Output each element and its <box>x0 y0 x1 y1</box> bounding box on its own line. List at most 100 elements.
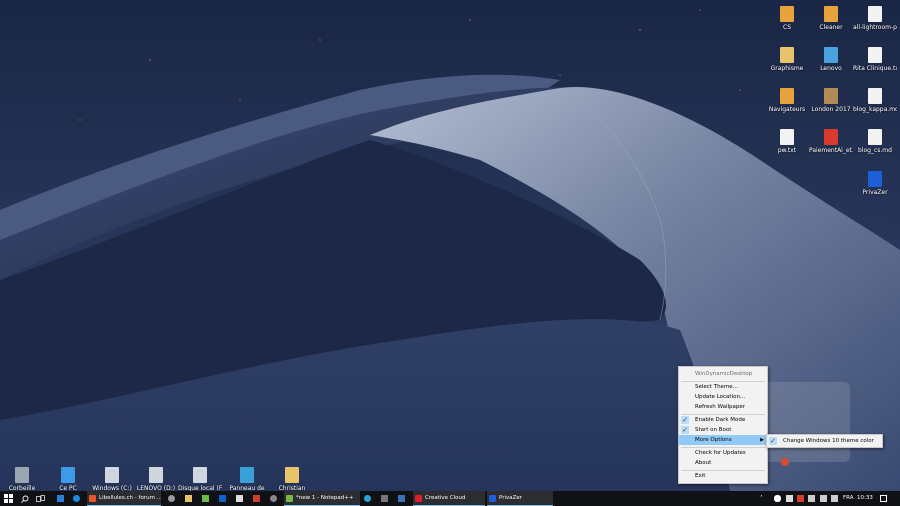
file-icon <box>780 88 794 104</box>
taskbar-app-button[interactable]: Libellules.ch - forum ... <box>87 491 161 506</box>
menu-item-check-updates[interactable]: Check for Updates <box>679 448 767 458</box>
drive-icon <box>149 467 163 483</box>
desktop-icon[interactable]: London 2017 <box>809 88 853 113</box>
desktop-icon-label: pw.txt <box>777 147 797 154</box>
desktop-icon-label: Navigateurs <box>768 106 806 113</box>
desktop-icon[interactable]: Windows (C:) <box>90 467 134 491</box>
menu-title: WinDynamicDesktop <box>695 371 753 377</box>
windows-logo-icon <box>4 494 13 503</box>
pinned-app-icon[interactable] <box>57 495 64 502</box>
menu-item-select-theme[interactable]: Select Theme... <box>679 382 767 392</box>
taskbar-app-label: PrivaZer <box>499 495 523 501</box>
drive-icon <box>285 467 299 483</box>
menu-item-dark-mode[interactable]: ✓ Enable Dark Mode <box>679 415 767 425</box>
pinned-app-icon[interactable] <box>270 495 277 502</box>
pinned-app-icon[interactable] <box>253 495 260 502</box>
menu-item-update-location[interactable]: Update Location... <box>679 392 767 402</box>
app-icon <box>89 495 96 502</box>
menu-item-more-options[interactable]: More Options ▶ <box>679 435 767 445</box>
desktop-icon[interactable]: blog_kappa.md <box>853 88 897 113</box>
file-icon <box>780 129 794 145</box>
file-icon <box>824 47 838 63</box>
desktop-icon[interactable]: Disque local (F:) <box>178 467 222 491</box>
app-icon <box>415 495 422 502</box>
menu-item-change-theme-color[interactable]: ✓ Change Windows 10 theme color <box>767 435 882 447</box>
search-button[interactable] <box>20 491 30 506</box>
network-wifi-icon[interactable] <box>831 495 838 502</box>
tray-context-menu: WinDynamicDesktop Select Theme... Update… <box>678 366 768 484</box>
checkmark-icon: ✓ <box>681 416 689 424</box>
desktop-icon[interactable]: Rita Clinique.txt <box>853 47 897 72</box>
desktop-icon[interactable]: all-lightroom-p... <box>853 6 897 31</box>
menu-item-label: Enable Dark Mode <box>695 417 746 423</box>
file-icon <box>868 171 882 187</box>
menu-item-label: Change Windows 10 theme color <box>783 438 874 444</box>
tray-app-icon[interactable] <box>808 495 815 502</box>
file-icon <box>868 47 882 63</box>
file-icon <box>824 88 838 104</box>
drive-icon <box>15 467 29 483</box>
taskbar-app-button[interactable]: PrivaZer <box>487 491 553 506</box>
chevron-right-icon: ▶ <box>760 437 764 443</box>
taskbar-app-label: *new 1 - Notepad++ <box>296 495 354 501</box>
more-options-submenu: ✓ Change Windows 10 theme color <box>766 434 883 448</box>
app-icon <box>286 495 293 502</box>
taskbar-app-button[interactable]: *new 1 - Notepad++ <box>284 491 360 506</box>
desktop-icon[interactable]: LENOVO (D:) <box>134 467 178 491</box>
clock[interactable]: 10:33 <box>857 491 873 506</box>
outlook-icon[interactable] <box>219 495 226 502</box>
language-indicator[interactable]: FRA <box>843 491 854 506</box>
menu-item-exit[interactable]: Exit <box>679 471 767 481</box>
desktop-icon-label: Rita Clinique.txt <box>853 65 897 72</box>
desktop-icon-label: Cleaner <box>819 24 843 31</box>
desktop-icon[interactable]: Ce PC <box>46 467 90 491</box>
network-icon[interactable] <box>786 495 793 502</box>
desktop-icon-label: Graphisme <box>770 65 804 72</box>
drive-icon <box>61 467 75 483</box>
checkmark-icon: ✓ <box>681 426 689 434</box>
desktop-icon-label: London 2017 <box>811 106 851 113</box>
checkmark-icon: ✓ <box>769 437 777 445</box>
desktop-icon[interactable]: Panneau de <box>225 467 269 491</box>
chevron-up-icon[interactable]: ˄ <box>760 491 768 506</box>
notification-icon[interactable] <box>880 495 887 502</box>
desktop-icon[interactable]: blog_cs.md <box>853 129 897 154</box>
pinned-app-icon[interactable] <box>381 495 388 502</box>
desktop-icon[interactable]: Corbeille <box>0 467 44 491</box>
pinned-app-icon[interactable] <box>168 495 175 502</box>
menu-item-label: Start on Boot <box>695 427 732 433</box>
desktop-icon[interactable]: pw.txt <box>765 129 809 154</box>
desktop-icon[interactable]: Lenovo <box>809 47 853 72</box>
creative-cloud-tray-icon[interactable] <box>797 495 804 502</box>
desktop-icon[interactable]: Navigateurs <box>765 88 809 113</box>
menu-item-refresh-wallpaper[interactable]: Refresh Wallpaper <box>679 402 767 412</box>
pinned-app-icon[interactable] <box>202 495 209 502</box>
edge-browser-icon[interactable] <box>73 495 80 502</box>
desktop-icon[interactable]: Christian <box>270 467 314 491</box>
menu-item-start-on-boot[interactable]: ✓ Start on Boot <box>679 425 767 435</box>
desktop-icon[interactable]: Graphisme <box>765 47 809 72</box>
start-button[interactable] <box>3 491 14 506</box>
desktop-icon[interactable]: PaiementAi_et... <box>809 129 853 154</box>
desktop-icon-label: blog_kappa.md <box>853 106 897 113</box>
file-icon <box>868 88 882 104</box>
desktop-icon-label: CS <box>783 24 791 31</box>
drive-icon <box>193 467 207 483</box>
pinned-app-icon[interactable] <box>364 495 371 502</box>
folder-icon[interactable] <box>185 495 192 502</box>
menu-item-about[interactable]: About <box>679 458 767 468</box>
drive-icon <box>240 467 254 483</box>
desktop-icon[interactable]: PrivaZer <box>853 171 897 196</box>
onedrive-cloud-icon[interactable] <box>774 495 781 502</box>
volume-icon[interactable] <box>820 495 827 502</box>
file-icon <box>780 47 794 63</box>
taskbar: Libellules.ch - forum ... *new 1 - Notepa… <box>0 491 900 506</box>
desktop-icon[interactable]: CS <box>765 6 809 31</box>
desktop-icon[interactable]: Cleaner <box>809 6 853 31</box>
pinned-app-icon[interactable] <box>398 495 405 502</box>
menu-item-label: More Options <box>695 437 732 443</box>
file-icon <box>780 6 794 22</box>
pinned-app-icon[interactable] <box>236 495 243 502</box>
task-view-button[interactable] <box>36 491 46 506</box>
taskbar-app-button[interactable]: Creative Cloud <box>413 491 485 506</box>
